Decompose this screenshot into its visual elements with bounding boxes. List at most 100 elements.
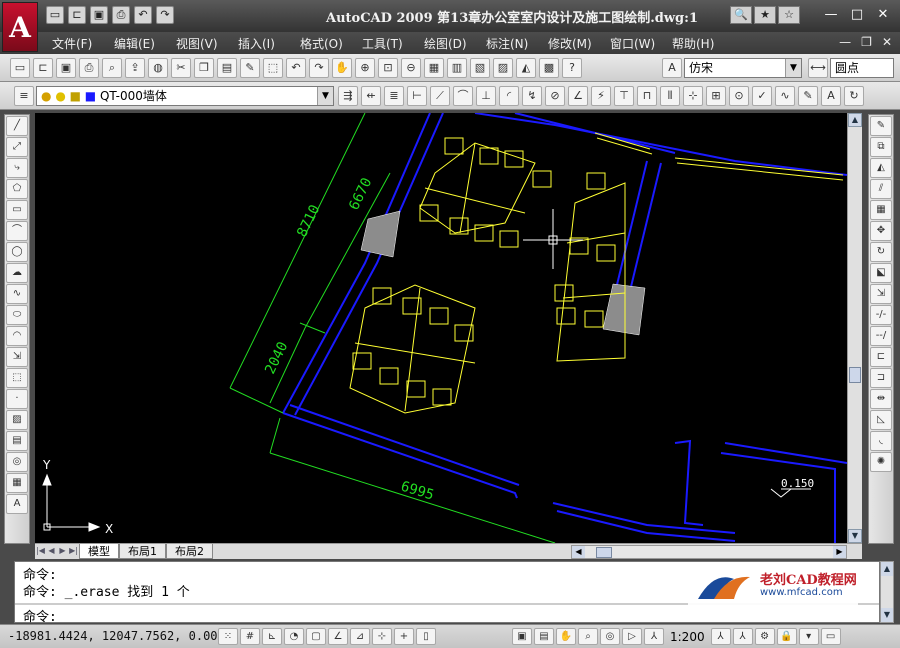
dim-style-select[interactable]: 圆点 <box>830 58 894 78</box>
command-prompt[interactable]: 命令: <box>23 606 57 625</box>
break-at-point-icon[interactable]: ⊏ <box>870 347 892 367</box>
save-icon[interactable]: ▣ <box>90 6 108 24</box>
doc-restore-button[interactable]: ❐ <box>861 35 872 49</box>
menu-help[interactable]: 帮助(H) <box>672 35 734 52</box>
layer-state-icon[interactable]: ≣ <box>384 86 404 106</box>
workspace-switching-icon[interactable]: ⚙ <box>754 628 775 645</box>
annotation-scale-icon[interactable]: ⅄ <box>644 628 664 645</box>
tool-palettes-icon[interactable]: ▧ <box>470 58 490 78</box>
fillet-icon[interactable]: ◟ <box>870 431 892 451</box>
cmd-scroll-up-icon[interactable]: ▲ <box>881 562 893 576</box>
save-file-icon[interactable]: ▣ <box>56 58 76 78</box>
ellipse-arc-icon[interactable]: ◠ <box>6 326 28 346</box>
ellipse-icon[interactable]: ⬭ <box>6 305 28 325</box>
menu-file[interactable]: 文件(F) <box>52 35 114 52</box>
zoom-previous-icon[interactable]: ⊖ <box>401 58 421 78</box>
arc-icon[interactable]: ⌒ <box>6 221 28 241</box>
match-properties-icon[interactable]: ✎ <box>240 58 260 78</box>
make-block-icon[interactable]: ⬚ <box>6 368 28 388</box>
pan-icon[interactable]: ✋ <box>332 58 352 78</box>
annotation-visibility-icon[interactable]: ⅄ <box>710 628 731 645</box>
array-icon[interactable]: ▦ <box>870 200 892 220</box>
inspection-icon[interactable]: ✓ <box>752 86 772 106</box>
revision-cloud-icon[interactable]: ☁ <box>6 263 28 283</box>
properties-icon[interactable]: ▦ <box>424 58 444 78</box>
linear-dim-icon[interactable]: ⊢ <box>407 86 427 106</box>
scale-icon[interactable]: ⬕ <box>870 263 892 283</box>
rotate-icon[interactable]: ↻ <box>870 242 892 262</box>
plot-icon[interactable]: ⎙ <box>79 58 99 78</box>
quick-dim-icon[interactable]: ⚡ <box>591 86 611 106</box>
minimize-button[interactable]: — <box>820 6 842 24</box>
undo-tool-icon[interactable]: ↶ <box>286 58 306 78</box>
menu-edit[interactable]: 编辑(E) <box>114 35 176 52</box>
scroll-right-icon[interactable]: ▶ <box>833 546 846 558</box>
design-center-icon[interactable]: ▥ <box>447 58 467 78</box>
layer-select[interactable]: ● ● ■ ■ QT-000墙体 ▼ <box>36 86 334 106</box>
break-icon[interactable]: ⊐ <box>870 368 892 388</box>
menu-format[interactable]: 格式(O) <box>300 35 362 52</box>
construction-line-icon[interactable]: ⤢ <box>6 137 28 157</box>
close-button[interactable]: ✕ <box>872 6 894 24</box>
menu-window[interactable]: 窗口(W) <box>610 35 672 52</box>
radius-dim-icon[interactable]: ◜ <box>499 86 519 106</box>
cut-icon[interactable]: ✂ <box>171 58 191 78</box>
copy-object-icon[interactable]: ⧉ <box>870 137 892 157</box>
dynamic-input-icon[interactable]: ⊹ <box>372 628 392 645</box>
sheet-set-icon[interactable]: ▨ <box>493 58 513 78</box>
jogged-linear-icon[interactable]: ∿ <box>775 86 795 106</box>
dim-break-icon[interactable]: ⊹ <box>683 86 703 106</box>
print-icon[interactable]: ⎙ <box>112 6 130 24</box>
menu-view[interactable]: 视图(V) <box>176 35 238 52</box>
arc-length-icon[interactable]: ⌒ <box>453 86 473 106</box>
object-snap-tracking-icon[interactable]: ∠ <box>328 628 348 645</box>
stretch-icon[interactable]: ⇲ <box>870 284 892 304</box>
last-tab-icon[interactable]: ▶| <box>68 544 79 558</box>
coordinate-readout[interactable]: -18981.4424, 12047.7562, 0.0000 <box>8 629 232 643</box>
mirror-icon[interactable]: ◭ <box>870 158 892 178</box>
region-icon[interactable]: ◎ <box>6 452 28 472</box>
extend-icon[interactable]: --/ <box>870 326 892 346</box>
horizontal-scrollbar[interactable]: ◀ ▶ <box>571 545 847 559</box>
polyline-icon[interactable]: ⤷ <box>6 158 28 178</box>
multiline-text-icon[interactable]: A <box>6 494 28 514</box>
menu-insert[interactable]: 插入(I) <box>238 35 300 52</box>
command-scrollbar[interactable]: ▲ ▼ <box>880 561 894 623</box>
search-icon[interactable]: 🔍 <box>730 6 752 24</box>
doc-minimize-button[interactable]: — <box>839 35 851 49</box>
markup-icon[interactable]: ◭ <box>516 58 536 78</box>
layout-icon[interactable]: ▤ <box>534 628 554 645</box>
move-icon[interactable]: ✥ <box>870 221 892 241</box>
3d-dwf-icon[interactable]: ◍ <box>148 58 168 78</box>
dim-style-icon[interactable]: ⟷ <box>808 58 828 78</box>
text-style-select[interactable]: 仿宋 ▼ <box>684 58 802 78</box>
make-current-layer-icon[interactable]: ⇶ <box>338 86 358 106</box>
dim-edit-icon[interactable]: ✎ <box>798 86 818 106</box>
layer-manager-icon[interactable]: ≡ <box>14 86 34 106</box>
point-icon[interactable]: · <box>6 389 28 409</box>
toolbar-lock-icon[interactable]: 🔒 <box>776 628 797 645</box>
scroll-down-icon[interactable]: ▼ <box>848 529 862 543</box>
continue-dim-icon[interactable]: ⊓ <box>637 86 657 106</box>
prev-tab-icon[interactable]: ◀ <box>46 544 57 558</box>
zoom-status-icon[interactable]: ⌕ <box>578 628 598 645</box>
undo-icon[interactable]: ↶ <box>134 6 152 24</box>
horizontal-scroll-thumb[interactable] <box>596 547 612 558</box>
circle-icon[interactable]: ◯ <box>6 242 28 262</box>
tab-layout2[interactable]: 布局2 <box>166 544 213 559</box>
quick-properties-icon[interactable]: ▯ <box>416 628 436 645</box>
paste-icon[interactable]: ▤ <box>217 58 237 78</box>
menu-dimension[interactable]: 标注(N) <box>486 35 548 52</box>
table-icon[interactable]: ▦ <box>6 473 28 493</box>
annotation-scale-value[interactable]: 1:200 <box>666 630 709 644</box>
open-icon[interactable]: ⊏ <box>68 6 86 24</box>
auto-scale-icon[interactable]: ⅄ <box>732 628 753 645</box>
chamfer-icon[interactable]: ◺ <box>870 410 892 430</box>
new-icon[interactable]: ▭ <box>46 6 64 24</box>
line-icon[interactable]: ╱ <box>6 116 28 136</box>
polygon-icon[interactable]: ⬠ <box>6 179 28 199</box>
help-icon[interactable]: ? <box>562 58 582 78</box>
offset-icon[interactable]: ⫽ <box>870 179 892 199</box>
dim-update-icon[interactable]: ↻ <box>844 86 864 106</box>
object-snap-icon[interactable]: ▢ <box>306 628 326 645</box>
